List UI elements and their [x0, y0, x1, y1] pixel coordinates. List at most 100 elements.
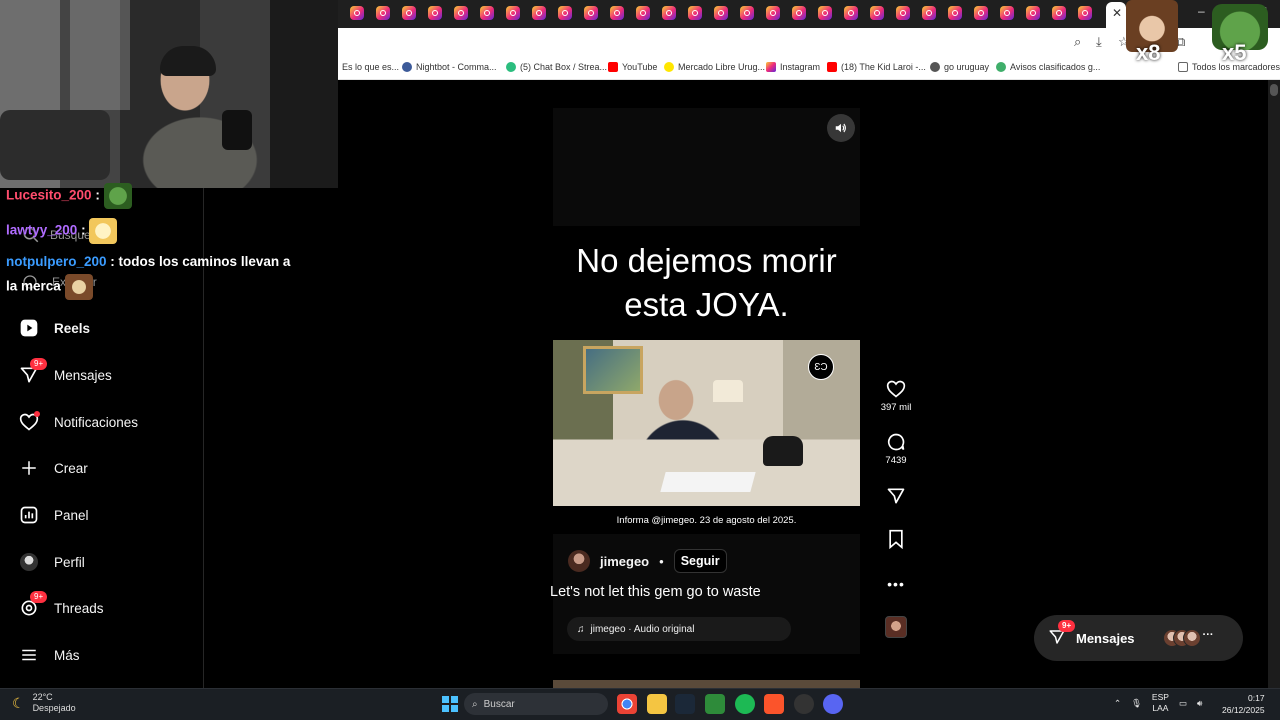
comment-button[interactable]: 7439 — [878, 432, 914, 466]
scrollbar[interactable] — [1268, 80, 1280, 688]
bookmark-item[interactable]: Nightbot - Comma... — [402, 62, 497, 72]
bookmark-item[interactable]: (18) The Kid Laroi -... — [827, 62, 926, 72]
sidebar-item-label: Perfil — [54, 554, 85, 570]
share-button[interactable] — [878, 486, 914, 506]
chat-username: Lucesito_200 — [6, 187, 92, 203]
instagram-tab-icon[interactable] — [766, 6, 780, 20]
instagram-tab-icon[interactable] — [376, 6, 390, 20]
instagram-tab-icon[interactable] — [714, 6, 728, 20]
minimize-button[interactable]: – — [1198, 4, 1205, 18]
bookmark-item[interactable]: go uruguay — [930, 62, 989, 72]
anime-emote-icon — [89, 218, 118, 244]
instagram-tab-icon[interactable] — [662, 6, 676, 20]
chevron-up-icon[interactable]: ⌃ — [1114, 698, 1121, 709]
bookmark-item[interactable]: (5) Chat Box / Strea... — [506, 62, 607, 72]
author-avatar[interactable] — [568, 550, 590, 572]
instagram-tab-icon[interactable] — [792, 6, 806, 20]
comment-icon — [887, 433, 905, 451]
sidebar-item-label: Threads — [54, 600, 104, 616]
scrollbar-thumb[interactable] — [1270, 84, 1278, 96]
sidebar-item-notifications[interactable]: Notificaciones — [18, 408, 138, 436]
microphone-icon[interactable]: 🎙︎ — [1131, 698, 1142, 709]
like-button[interactable]: 397 mil — [878, 379, 914, 413]
save-button[interactable] — [878, 529, 914, 549]
sidebar-item-threads[interactable]: 9+ Threads — [18, 591, 104, 622]
more-options-button[interactable]: ••• — [878, 576, 914, 592]
sidebar-item-profile[interactable]: Perfil — [18, 548, 85, 576]
chat-message: lawtyy_200 : — [6, 218, 118, 244]
instagram-tab-icon[interactable] — [454, 6, 468, 20]
sidebar-item-dashboard[interactable]: Panel — [18, 501, 89, 529]
chat-username: lawtyy_200 — [6, 222, 78, 238]
instagram-tab-icon[interactable] — [1078, 6, 1092, 20]
instagram-tab-icon[interactable] — [558, 6, 572, 20]
sidebar-item-messages[interactable]: 9+ Mensajes — [18, 358, 112, 389]
next-reel-preview[interactable] — [553, 680, 860, 688]
zoom-icon[interactable]: ⌕ — [1074, 34, 1081, 50]
speaker-icon — [835, 123, 846, 133]
instagram-tab-icon[interactable] — [1000, 6, 1014, 20]
youtube-icon — [608, 62, 618, 72]
taskbar-search[interactable]: ⌕ Buscar — [464, 693, 608, 715]
instagram-icon — [766, 62, 776, 72]
bookmark-item[interactable]: Avisos clasificados g... — [996, 62, 1100, 72]
messages-icon: 9+ — [1048, 619, 1076, 649]
install-icon[interactable]: ⤓ — [1096, 34, 1102, 50]
app-icon[interactable] — [794, 694, 814, 714]
audio-link[interactable]: ♫ jimegeo · Audio original — [567, 617, 791, 641]
instagram-tab-icon[interactable] — [1052, 6, 1066, 20]
bookmark-item[interactable]: YouTube — [608, 62, 657, 72]
pepe-emote-icon — [103, 183, 132, 209]
chrome-icon[interactable] — [617, 694, 637, 714]
windows-start-button[interactable] — [440, 694, 460, 714]
bookmark-item[interactable]: Mercado Libre Urug... — [664, 62, 765, 72]
brave-icon[interactable] — [764, 694, 784, 714]
steam-icon[interactable] — [675, 694, 695, 714]
instagram-tab-icon[interactable] — [610, 6, 624, 20]
author-username[interactable]: jimegeo — [600, 554, 649, 569]
instagram-tab-icon[interactable] — [1026, 6, 1040, 20]
minecraft-icon[interactable] — [705, 694, 725, 714]
instagram-tab-icon[interactable] — [506, 6, 520, 20]
bookmark-item[interactable]: Instagram — [766, 62, 820, 72]
system-tray: ⌃ 🎙︎ ESP LAA ▭ 🔊︎ — [1114, 692, 1202, 714]
instagram-tab-icon[interactable] — [636, 6, 650, 20]
close-icon[interactable]: ✕ — [1112, 6, 1122, 20]
follow-button[interactable]: Seguir — [673, 549, 727, 573]
volume-button[interactable] — [827, 114, 855, 142]
instagram-tab-icon[interactable] — [922, 6, 936, 20]
instagram-tab-icon[interactable] — [532, 6, 546, 20]
instagram-tab-icon[interactable] — [688, 6, 702, 20]
instagram-tab-icon[interactable] — [402, 6, 416, 20]
taskbar-clock[interactable]: 0:17 26/12/2025 — [1222, 692, 1265, 716]
sidebar-item-more[interactable]: Más — [18, 641, 80, 669]
sidebar-item-create[interactable]: Crear — [18, 454, 88, 482]
instagram-tab-icon[interactable] — [870, 6, 884, 20]
instagram-tab-icon[interactable] — [896, 6, 910, 20]
instagram-tab-icon[interactable] — [480, 6, 494, 20]
reel-info-caption: Informa @jimegeo. 23 de agosto del 2025. — [553, 506, 860, 534]
instagram-tab-icon[interactable] — [584, 6, 598, 20]
instagram-tab-icon[interactable] — [844, 6, 858, 20]
instagram-tab-icon[interactable] — [948, 6, 962, 20]
audio-thumbnail[interactable] — [885, 616, 907, 638]
bookmark-item[interactable]: Es lo que es... — [342, 62, 399, 72]
file-explorer-icon[interactable] — [647, 694, 667, 714]
instagram-tab-icon[interactable] — [818, 6, 832, 20]
spotify-icon[interactable] — [735, 694, 755, 714]
messages-pill[interactable]: 9+ Mensajes ··· — [1034, 615, 1243, 661]
instagram-tab-icon[interactable] — [350, 6, 364, 20]
profile-icon — [18, 551, 40, 573]
instagram-tab-icon[interactable] — [740, 6, 754, 20]
emote-icon — [64, 274, 93, 300]
weather-widget[interactable]: ☾ 22°C Despejado — [12, 692, 76, 714]
instagram-tab-icon[interactable] — [974, 6, 988, 20]
discord-icon[interactable] — [823, 694, 843, 714]
volume-icon[interactable]: 🔊︎ — [1197, 698, 1202, 709]
display-icon[interactable]: ▭ — [1179, 698, 1187, 709]
language-indicator[interactable]: ESP LAA — [1152, 692, 1169, 714]
sidebar-item-reels[interactable]: Reels — [18, 314, 90, 342]
send-icon — [887, 488, 905, 504]
active-tab[interactable]: ✕ — [1106, 2, 1126, 28]
instagram-tab-icon[interactable] — [428, 6, 442, 20]
